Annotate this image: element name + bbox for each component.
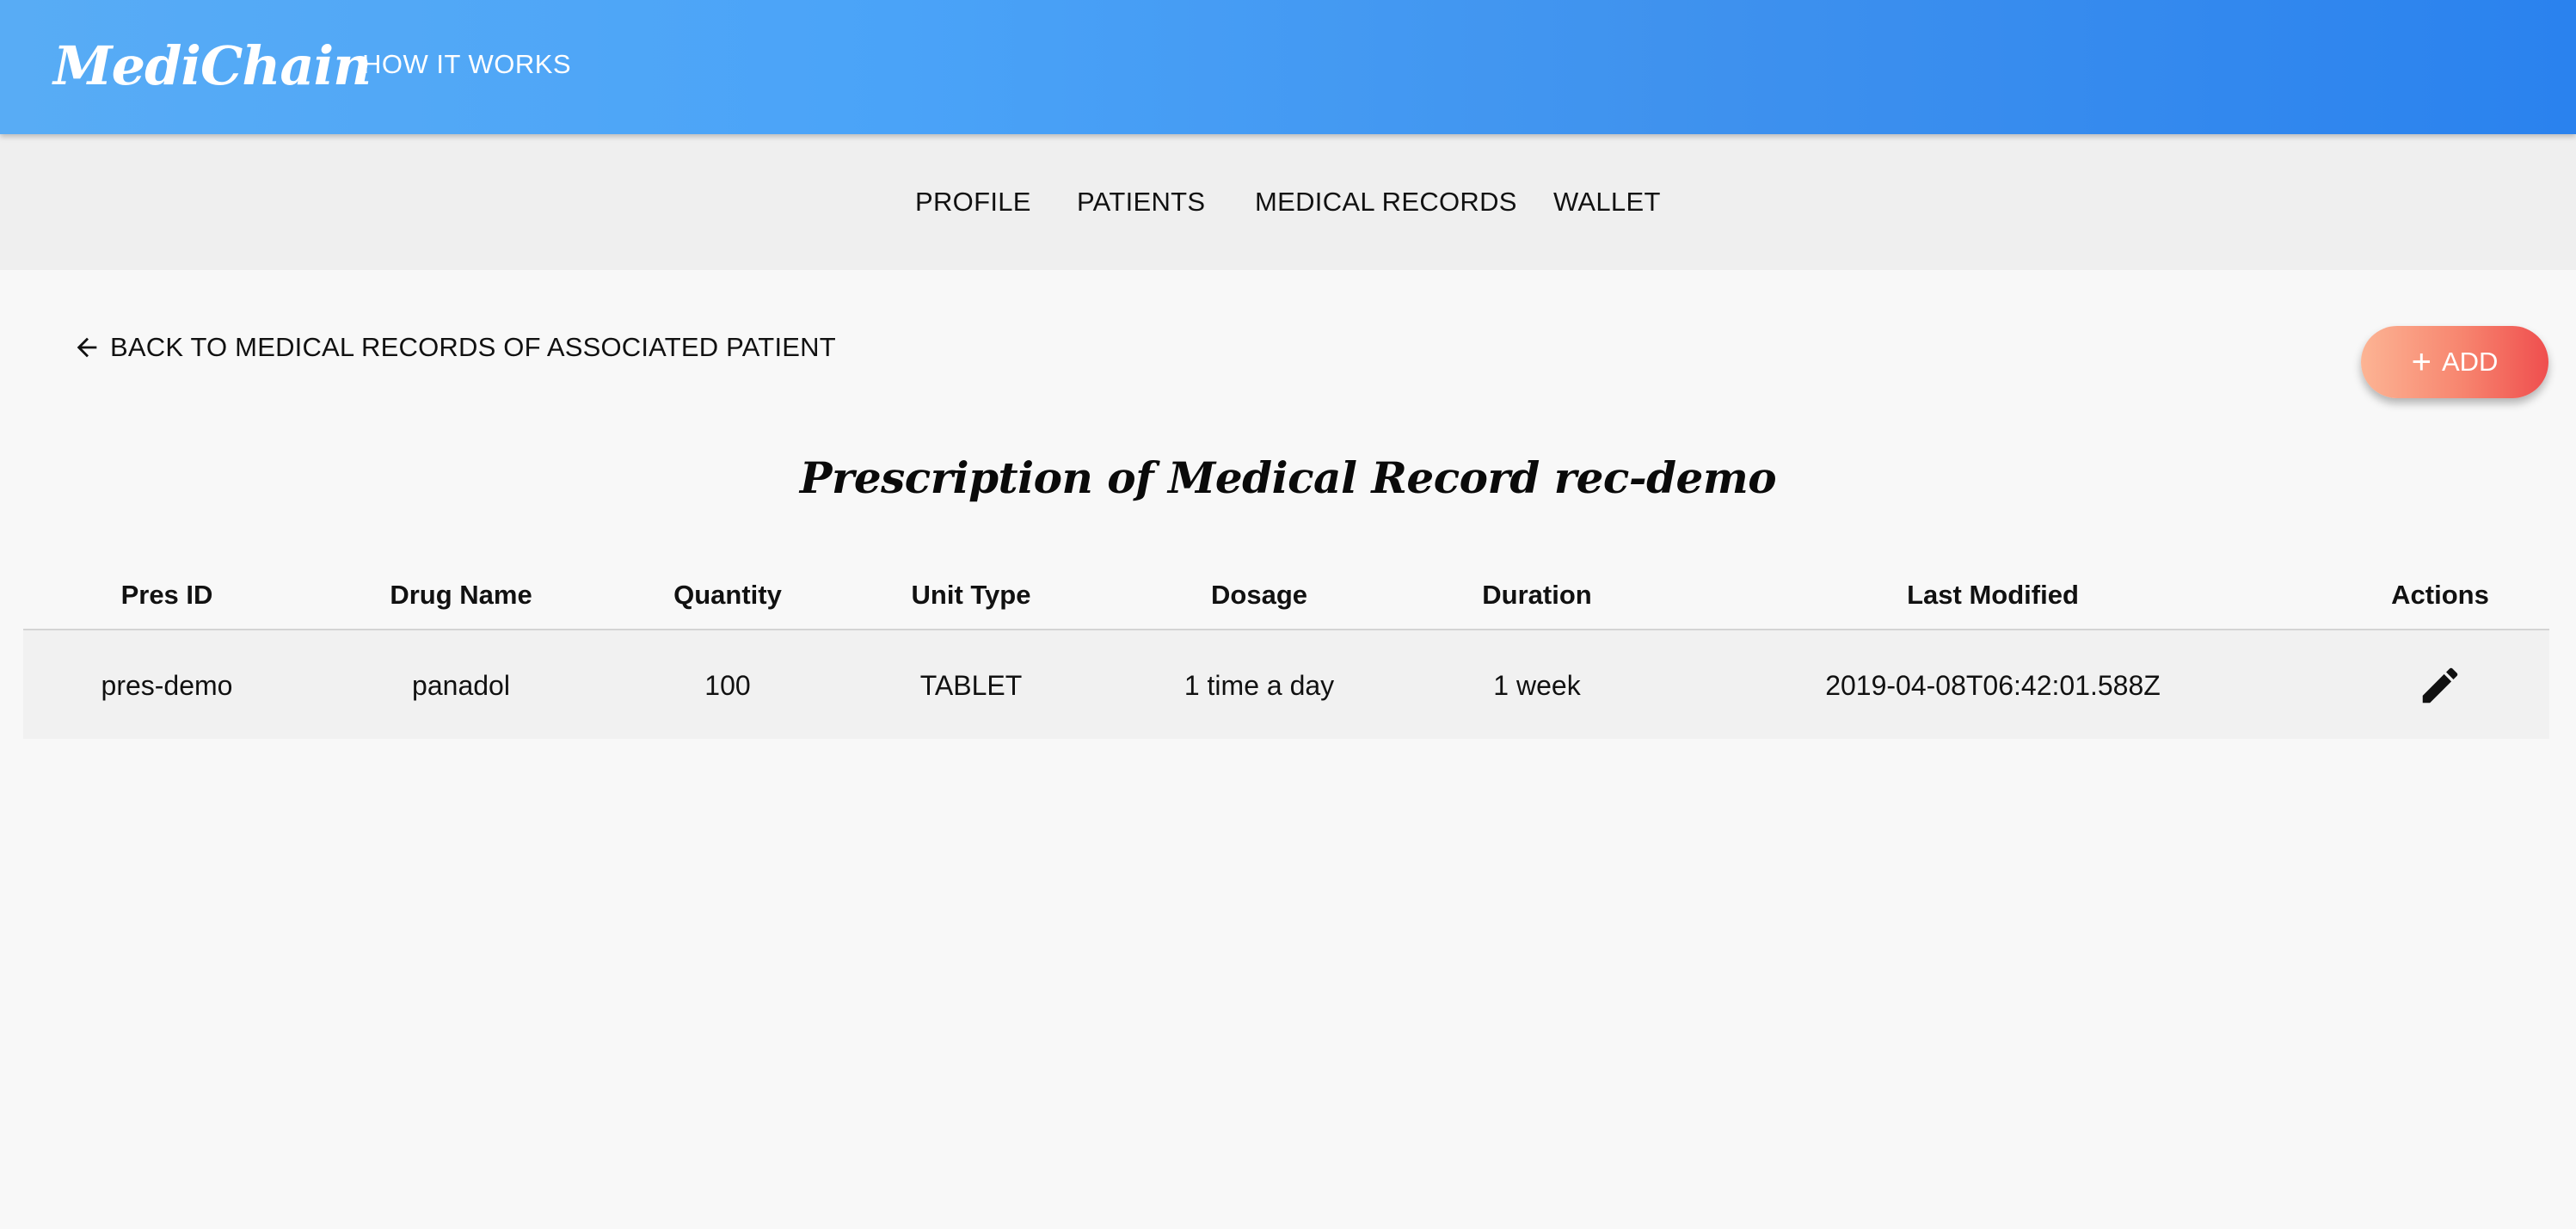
how-it-works-link[interactable]: HOW IT WORKS <box>362 45 571 84</box>
cell-pres-id: pres-demo <box>101 670 233 701</box>
cell-last-modified: 2019-04-08T06:42:01.588Z <box>1825 670 2161 701</box>
back-to-records-link[interactable]: BACK TO MEDICAL RECORDS OF ASSOCIATED PA… <box>72 329 836 366</box>
nav-item-medical-records[interactable]: MEDICAL RECORDS <box>1255 184 1517 220</box>
column-header-actions: Actions <box>2391 580 2489 610</box>
column-header-pres-id[interactable]: Pres ID <box>121 576 213 614</box>
pencil-icon <box>2422 667 2458 704</box>
nav-item-profile[interactable]: PROFILE <box>915 184 1031 220</box>
page-title: Prescription of Medical Record rec-demo <box>799 452 1777 503</box>
column-header-dosage[interactable]: Dosage <box>1211 576 1307 614</box>
cell-quantity: 100 <box>704 670 751 701</box>
back-link-label: BACK TO MEDICAL RECORDS OF ASSOCIATED PA… <box>110 332 836 362</box>
column-header-drug-name[interactable]: Drug Name <box>390 576 532 614</box>
nav-item-patients[interactable]: PATIENTS <box>1077 184 1205 220</box>
brand-logo[interactable]: MediChain <box>53 28 372 105</box>
table-header: Pres ID Drug Name Quantity Unit Type Dos… <box>23 559 2549 630</box>
table-row: pres-demo panadol 100 TABLET 1 time a da… <box>23 630 2549 739</box>
prescription-table: Pres ID Drug Name Quantity Unit Type Dos… <box>23 559 2549 739</box>
arrow-left-icon <box>77 337 97 358</box>
cell-dosage: 1 time a day <box>1183 670 1335 701</box>
nav-item-wallet[interactable]: WALLET <box>1553 184 1661 220</box>
cell-duration: 1 week <box>1493 670 1581 701</box>
column-header-quantity[interactable]: Quantity <box>673 576 782 614</box>
secondary-nav: PROFILE PATIENTS MEDICAL RECORDS WALLET <box>0 134 2576 270</box>
cell-drug-name: panadol <box>412 670 510 701</box>
app-root: MediChain HOW IT WORKS PROFILE PATIENTS … <box>0 0 2576 1229</box>
add-prescription-button[interactable]: + ADD <box>2361 326 2548 398</box>
top-header: MediChain HOW IT WORKS <box>0 0 2576 134</box>
column-header-last-modified[interactable]: Last Modified <box>1907 576 2079 614</box>
column-header-duration[interactable]: Duration <box>1482 576 1591 614</box>
edit-prescription-button[interactable] <box>2416 661 2464 710</box>
plus-icon: + <box>2411 343 2432 381</box>
add-button-label: ADD <box>2441 347 2499 377</box>
cell-unit-type: TABLET <box>919 670 1023 701</box>
column-header-unit-type[interactable]: Unit Type <box>912 576 1031 614</box>
